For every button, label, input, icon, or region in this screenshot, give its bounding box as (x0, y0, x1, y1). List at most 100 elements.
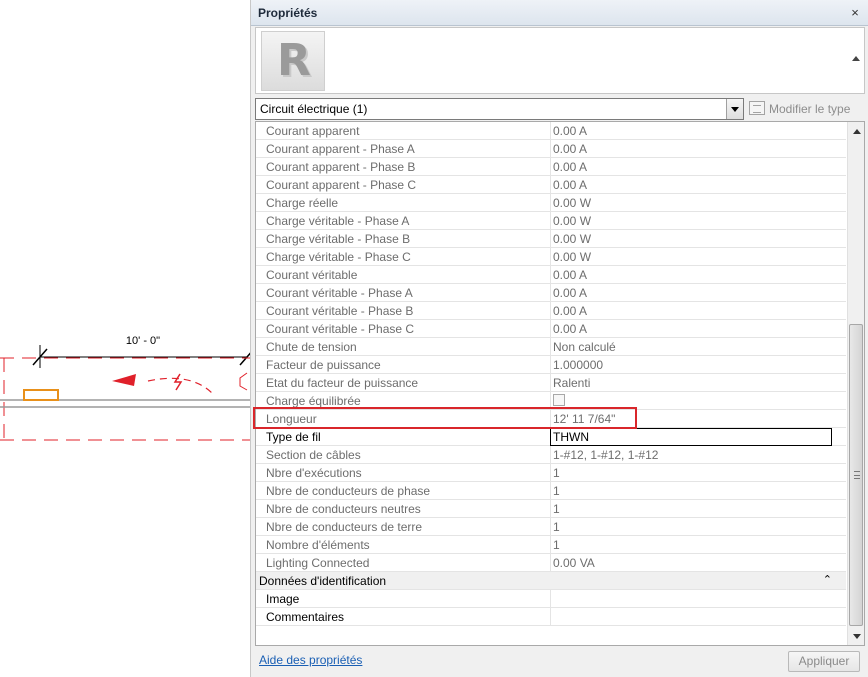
property-row[interactable]: Etat du facteur de puissance Ralenti (256, 374, 846, 392)
property-name: Nombre d'éléments (266, 538, 370, 552)
circuit-symbol (173, 373, 183, 391)
property-value: 0.00 W (550, 230, 832, 248)
property-row[interactable]: Nbre de conducteurs neutres 1 (256, 500, 846, 518)
property-value: 0.00 A (550, 176, 832, 194)
close-icon[interactable]: × (847, 5, 863, 21)
property-value: 1 (550, 518, 832, 536)
type-preview-area: R (255, 27, 865, 94)
collapse-icon[interactable]: ⌃ (823, 573, 832, 586)
property-row[interactable]: Charge réelle 0.00 W (256, 194, 846, 212)
edit-type-label: Modifier le type (769, 102, 851, 116)
property-name: Type de fil (266, 430, 321, 444)
property-row[interactable]: Facteur de puissance 1.000000 (256, 356, 846, 374)
properties-help-link[interactable]: Aide des propriétés (259, 653, 362, 667)
properties-palette: Propriétés × R Circuit électrique (1) Mo… (250, 0, 868, 677)
property-name: Charge véritable - Phase C (266, 250, 411, 264)
property-row[interactable]: Charge véritable - Phase A 0.00 W (256, 212, 846, 230)
type-preview-scroll-icon[interactable] (852, 56, 860, 61)
property-name: Commentaires (266, 610, 345, 624)
property-row[interactable]: Nbre de conducteurs de phase 1 (256, 482, 846, 500)
property-name: Courant apparent - Phase B (266, 160, 416, 174)
property-value: 1 (550, 482, 832, 500)
edit-type-icon (749, 101, 765, 115)
property-row[interactable]: Courant apparent - Phase C 0.00 A (256, 176, 846, 194)
panel-connector (239, 372, 248, 391)
property-name: Courant apparent - Phase C (266, 178, 417, 192)
property-name: Nbre de conducteurs de terre (266, 520, 423, 534)
property-value: 0.00 W (550, 194, 832, 212)
wire-arc (147, 377, 213, 394)
scroll-grip-icon (854, 471, 860, 479)
property-name: Section de câbles (266, 448, 361, 462)
property-value: 1-#12, 1-#12, 1-#12 (550, 446, 832, 464)
type-selector-row: Circuit électrique (1) Modifier le type (255, 98, 865, 120)
drawing-canvas[interactable]: 10' - 0" (0, 0, 250, 677)
property-value: 0.00 W (550, 248, 832, 266)
property-value-input[interactable] (550, 608, 832, 626)
group-identification-header[interactable]: Données d'identification ⌃ (256, 572, 846, 590)
property-row[interactable]: Nbre d'exécutions 1 (256, 464, 846, 482)
property-row[interactable]: Courant apparent - Phase A 0.00 A (256, 140, 846, 158)
property-row[interactable]: Image (256, 590, 846, 608)
property-row[interactable]: Charge véritable - Phase B 0.00 W (256, 230, 846, 248)
property-row[interactable]: Courant véritable - Phase B 0.00 A (256, 302, 846, 320)
apply-button[interactable]: Appliquer (788, 651, 860, 672)
scroll-down-icon[interactable] (848, 628, 864, 645)
property-row[interactable]: Lighting Connected 0.00 VA (256, 554, 846, 572)
property-row[interactable]: Courant apparent - Phase B 0.00 A (256, 158, 846, 176)
revit-logo-icon: R (277, 35, 311, 86)
property-row[interactable]: Charge véritable - Phase C 0.00 W (256, 248, 846, 266)
chevron-down-icon[interactable] (726, 99, 743, 119)
property-value: 0.00 A (550, 140, 832, 158)
property-row[interactable]: Section de câbles 1-#12, 1-#12, 1-#12 (256, 446, 846, 464)
property-value: 1 (550, 500, 832, 518)
property-row[interactable]: Courant apparent 0.00 A (256, 122, 846, 140)
property-row[interactable]: Chute de tension Non calculé (256, 338, 846, 356)
property-row[interactable]: Nbre de conducteurs de terre 1 (256, 518, 846, 536)
property-value: 0.00 A (550, 320, 832, 338)
property-name: Charge véritable - Phase A (266, 214, 410, 228)
property-name: Lighting Connected (266, 556, 370, 570)
property-rows: Courant apparent 0.00 A Courant apparent -… (256, 122, 846, 626)
palette-title: Propriétés (258, 6, 318, 20)
property-name: Facteur de puissance (266, 358, 381, 372)
property-name: Courant véritable - Phase A (266, 286, 413, 300)
property-value: 0.00 A (550, 266, 832, 284)
property-value: 1 (550, 536, 832, 554)
property-value: 0.00 VA (550, 554, 832, 572)
length-row-highlight (253, 407, 637, 429)
property-value: 1 (550, 464, 832, 482)
property-row[interactable]: Commentaires (256, 608, 846, 626)
edit-type-button[interactable]: Modifier le type (749, 99, 865, 119)
scroll-thumb[interactable] (849, 324, 863, 626)
property-name: Nbre de conducteurs de phase (266, 484, 431, 498)
property-row[interactable]: Courant véritable - Phase A 0.00 A (256, 284, 846, 302)
property-value: Ralenti (550, 374, 832, 392)
home-run-arrow (112, 374, 136, 386)
type-selector-dropdown[interactable]: Circuit électrique (1) (255, 98, 744, 120)
property-name: Courant véritable - Phase C (266, 322, 415, 336)
property-value: 1.000000 (550, 356, 832, 374)
palette-titlebar[interactable]: Propriétés × (251, 0, 868, 26)
balanced-load-checkbox[interactable] (553, 394, 565, 406)
property-name: Chute de tension (266, 340, 357, 354)
dimension-label: 10' - 0" (125, 335, 161, 347)
grid-scrollbar[interactable] (847, 122, 864, 645)
property-name: Charge véritable - Phase B (266, 232, 411, 246)
property-name: Charge réelle (266, 196, 339, 210)
type-image: R (261, 31, 325, 91)
property-value: 0.00 A (550, 302, 832, 320)
property-row[interactable]: Courant véritable - Phase C 0.00 A (256, 320, 846, 338)
property-value: 0.00 W (550, 212, 832, 230)
property-value-input[interactable] (550, 590, 832, 608)
property-row[interactable]: Courant véritable 0.00 A (256, 266, 846, 284)
property-name: Courant véritable (266, 268, 358, 282)
property-name: Courant véritable - Phase B (266, 304, 414, 318)
property-row[interactable]: Type de fil THWN (256, 428, 846, 446)
property-value-input[interactable]: THWN (550, 428, 832, 446)
property-name: Courant apparent - Phase A (266, 142, 415, 156)
property-value: 0.00 A (550, 284, 832, 302)
property-row[interactable]: Nombre d'éléments 1 (256, 536, 846, 554)
scroll-up-icon[interactable] (848, 122, 864, 139)
property-name: Etat du facteur de puissance (266, 376, 419, 390)
